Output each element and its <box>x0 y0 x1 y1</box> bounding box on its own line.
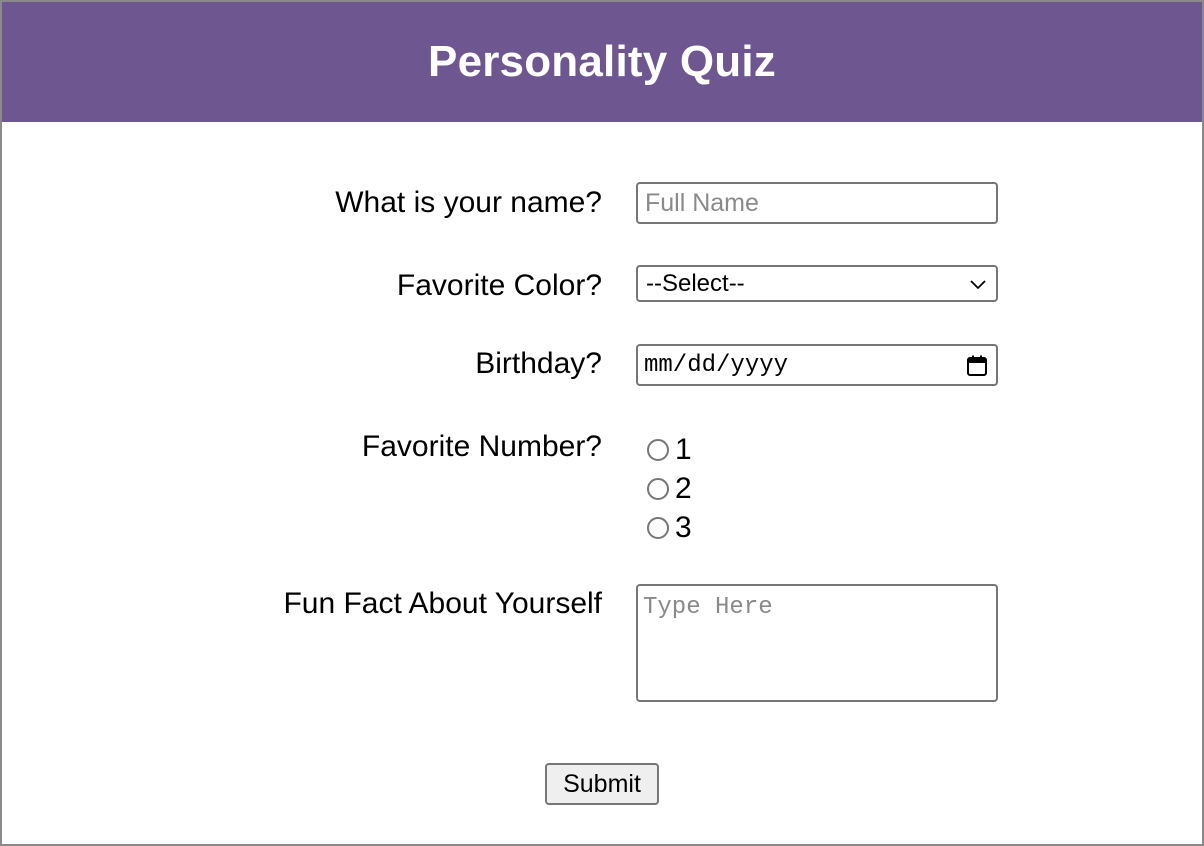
page-title: Personality Quiz <box>428 37 776 86</box>
birthday-date-input[interactable]: mm/dd/yyyy <box>636 344 998 386</box>
radio-option-2[interactable]: 2 <box>647 469 692 508</box>
header-banner: Personality Quiz <box>2 2 1202 122</box>
quiz-page: Personality Quiz What is your name? Favo… <box>0 0 1204 846</box>
name-input[interactable] <box>636 182 998 224</box>
radio-option-1[interactable]: 1 <box>647 430 692 469</box>
color-select[interactable]: --Select-- <box>636 265 998 302</box>
radio-option-3[interactable]: 3 <box>647 508 692 547</box>
number-label: Favorite Number? <box>361 430 602 463</box>
color-label: Favorite Color? <box>396 269 602 302</box>
fun-fact-textarea[interactable] <box>636 584 998 702</box>
number-radio-group: 1 2 3 <box>647 430 692 547</box>
name-label: What is your name? <box>335 186 602 219</box>
radio-label-1: 1 <box>675 432 692 466</box>
calendar-icon[interactable] <box>965 354 989 378</box>
chevron-down-icon <box>970 280 986 289</box>
radio-button-2[interactable] <box>647 477 669 500</box>
radio-label-2: 2 <box>675 471 692 505</box>
radio-button-3[interactable] <box>647 516 669 539</box>
birthday-label: Birthday? <box>475 347 602 380</box>
color-select-value: --Select-- <box>646 269 745 297</box>
birthday-date-value: mm/dd/yyyy <box>644 351 789 379</box>
radio-label-3: 3 <box>675 510 692 544</box>
radio-button-1[interactable] <box>647 438 669 461</box>
fun-fact-label: Fun Fact About Yourself <box>283 587 602 620</box>
submit-button[interactable]: Submit <box>545 763 659 805</box>
